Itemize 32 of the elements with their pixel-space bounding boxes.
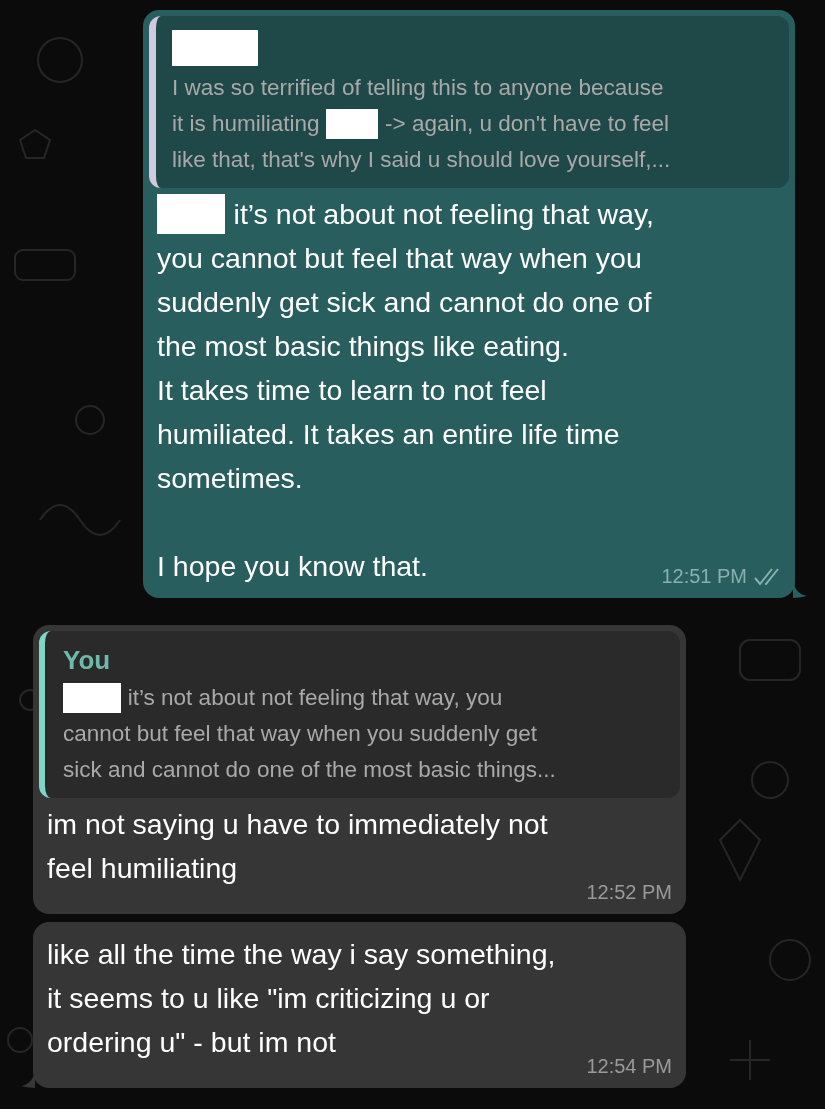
- quote-text: I was so terrified of telling this to anyone because: [172, 74, 664, 102]
- timestamp: 12:52 PM: [586, 881, 672, 904]
- redaction-block: [157, 194, 225, 234]
- quote-text: it’s not about not feeling that way, you: [127, 684, 503, 712]
- message-text: it’s not about not feeling that way,: [233, 197, 654, 232]
- message-text: sometimes.: [157, 461, 303, 496]
- message-text: the most basic things like eating.: [157, 329, 569, 364]
- message-text: It takes time to learn to not feel: [157, 373, 547, 408]
- message-bubble[interactable]: [143, 10, 795, 598]
- timestamp: 12:54 PM: [586, 1055, 672, 1078]
- message-text: suddenly get sick and cannot do one of: [157, 285, 652, 320]
- message-text: im not saying u have to immediately not: [47, 807, 548, 842]
- message-text: like all the time the way i say something,: [47, 937, 556, 972]
- quoted-message[interactable]: I was so terrified of telling this to anyone because it is humiliating -> again, u don't have to feel like that, that's why I said u should love yourself,...: [149, 16, 789, 188]
- redaction-block: [63, 683, 121, 713]
- message-text: I hope you know that.: [157, 549, 428, 584]
- message-bubble[interactable]: [33, 625, 686, 914]
- quote-author: You: [63, 645, 111, 676]
- quoted-message[interactable]: You it’s not about not feeling that way, you cannot but feel that way when you suddenly get sick and cannot do one of the most basic things...: [39, 631, 680, 798]
- message-text: ordering u" - but im not: [47, 1025, 336, 1060]
- quote-text: -> again, u don't have to feel: [385, 110, 669, 138]
- quote-text: it is humiliating: [172, 110, 320, 138]
- timestamp: 12:51 PM: [661, 565, 747, 588]
- message-text: feel humiliating: [47, 851, 238, 886]
- quote-text: sick and cannot do one of the most basic things...: [63, 756, 556, 784]
- message-text: it seems to u like "im criticizing u or: [47, 981, 490, 1016]
- message-text: you cannot but feel that way when you: [157, 241, 642, 276]
- quote-text: like that, that's why I said u should love yourself,...: [172, 146, 671, 174]
- redaction-block: [326, 109, 379, 139]
- message-text: humiliated. It takes an entire life time: [157, 417, 620, 452]
- message-bubble[interactable]: like all the time the way i say something, it seems to u like "im criticizing u or ordering u" - but im not 12:54 PM: [33, 922, 686, 1088]
- quote-text: cannot but feel that way when you suddenly get: [63, 720, 538, 748]
